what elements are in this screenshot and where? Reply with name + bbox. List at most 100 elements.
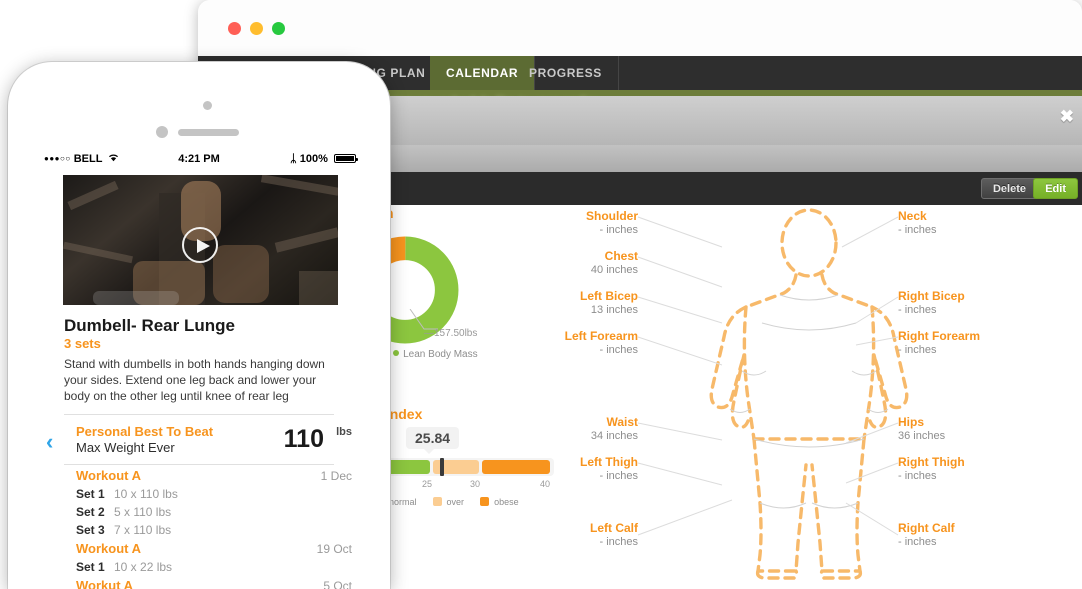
chevron-left-icon[interactable]: ‹ bbox=[46, 431, 53, 453]
iphone-device: ●●●○○ BELL 4:21 PM ᛦ 100% Dumbell- Rear … bbox=[8, 62, 390, 589]
workout-name: Workout A bbox=[76, 468, 141, 483]
measurement-neck: Neck - inches bbox=[898, 209, 1058, 237]
proximity-sensor-icon bbox=[156, 126, 168, 138]
nav-tab-progress[interactable]: PROGRESS bbox=[513, 56, 619, 90]
measurement-left-thigh-name: Left Thigh bbox=[580, 455, 638, 469]
measurement-left-bicep: Left Bicep 13 inches bbox=[496, 289, 638, 317]
bmi-value-bubble: 25.84 bbox=[406, 427, 460, 454]
set-value: 10 x 22 lbs bbox=[114, 560, 173, 574]
bmi-swatch-obese bbox=[480, 497, 490, 506]
set-value: 7 x 110 lbs bbox=[114, 523, 172, 537]
window-minimize-button[interactable] bbox=[250, 22, 263, 35]
exercise-sets: 3 sets bbox=[64, 336, 101, 351]
bmi-legend-over: over bbox=[432, 496, 465, 507]
workout-date: 1 Dec bbox=[320, 469, 352, 483]
history-workout-header[interactable]: Workout A 1 Dec bbox=[36, 468, 362, 487]
measurement-waist-value: 34 inches bbox=[590, 430, 638, 442]
measurement-chest: Chest 40 inches bbox=[496, 249, 638, 277]
battery-percent: 100% bbox=[299, 153, 328, 165]
phone-screen: ●●●○○ BELL 4:21 PM ᛦ 100% Dumbell- Rear … bbox=[36, 150, 362, 589]
bmi-tick-3: 30 bbox=[470, 479, 481, 489]
earpiece-speaker bbox=[178, 129, 239, 136]
battery-icon bbox=[334, 154, 358, 163]
measurement-right-thigh: Right Thigh - inches bbox=[898, 455, 1058, 483]
workout-name: Workut A bbox=[76, 578, 134, 589]
composition-lean-callout: —157.50lbs bbox=[424, 328, 478, 339]
set-name: Set 1 bbox=[76, 487, 105, 501]
personal-best-row[interactable]: ‹ Personal Best To Beat Max Weight Ever … bbox=[36, 422, 362, 462]
measurement-left-bicep-name: Left Bicep bbox=[579, 289, 638, 303]
set-row: Set 2 5 x 110 lbs bbox=[36, 505, 362, 523]
measurement-right-forearm-name: Right Forearm bbox=[898, 329, 981, 343]
personal-best-subtitle: Max Weight Ever bbox=[76, 440, 175, 455]
set-value: 5 x 110 lbs bbox=[114, 505, 172, 519]
set-name: Set 2 bbox=[76, 505, 105, 519]
measurement-waist: Waist 34 inches bbox=[496, 415, 638, 443]
measurement-left-forearm-name: Left Forearm bbox=[564, 329, 638, 343]
bmi-legend-obese: obese bbox=[480, 496, 519, 507]
bmi-legend-over-label: over bbox=[446, 497, 465, 507]
measurement-left-calf-name: Left Calf bbox=[590, 521, 638, 535]
measurement-hips-value: 36 inches bbox=[898, 430, 946, 442]
set-row: Set 1 10 x 22 lbs bbox=[36, 560, 362, 578]
measurement-right-bicep: Right Bicep - inches bbox=[898, 289, 1058, 317]
bmi-tick-2: 25 bbox=[422, 479, 433, 489]
ios-status-bar: ●●●○○ BELL 4:21 PM ᛦ 100% bbox=[36, 150, 362, 168]
close-icon[interactable]: ✖ bbox=[1060, 108, 1074, 125]
measurement-left-thigh: Left Thigh - inches bbox=[496, 455, 638, 483]
measurement-waist-name: Waist bbox=[606, 415, 638, 429]
measurement-chest-value: 40 inches bbox=[590, 264, 638, 276]
personal-best-value: 110 bbox=[283, 425, 324, 453]
status-right: ᛦ 100% bbox=[290, 153, 358, 165]
set-row: Set 1 10 x 110 lbs bbox=[36, 487, 362, 505]
front-camera-icon bbox=[203, 101, 212, 110]
measurement-left-forearm-value: - inches bbox=[599, 344, 638, 356]
personal-best-unit: lbs bbox=[336, 426, 352, 438]
history-workout-header[interactable]: Workout A 19 Oct bbox=[36, 541, 362, 560]
workout-history-list: Workout A 1 Dec Set 1 10 x 110 lbs Set 2… bbox=[36, 468, 362, 589]
measurement-left-bicep-value: 13 inches bbox=[590, 304, 638, 316]
measurement-neck-value: - inches bbox=[898, 224, 937, 236]
bmi-legend-normal-label: normal bbox=[389, 497, 417, 507]
measurement-hips-name: Hips bbox=[898, 415, 925, 429]
history-workout-header[interactable]: Workut A 5 Oct bbox=[36, 578, 362, 589]
measurement-shoulder-value: - inches bbox=[599, 224, 638, 236]
personal-best-title: Personal Best To Beat bbox=[76, 424, 214, 439]
workout-name: Workout A bbox=[76, 541, 141, 556]
bluetooth-icon: ᛦ bbox=[290, 153, 297, 165]
set-row: Set 3 7 x 110 lbs bbox=[36, 523, 362, 541]
divider bbox=[64, 414, 334, 415]
window-maximize-button[interactable] bbox=[272, 22, 285, 35]
body-measurement-map: Shoulder - inches Chest 40 inches Left B… bbox=[546, 195, 1082, 589]
set-name: Set 3 bbox=[76, 523, 105, 537]
legend-swatch-lean bbox=[393, 350, 400, 356]
measurement-shoulder: Shoulder - inches bbox=[496, 209, 638, 237]
workout-date: 5 Oct bbox=[323, 579, 352, 589]
bmi-legend-obese-label: obese bbox=[494, 497, 519, 507]
measurement-chest-name: Chest bbox=[604, 249, 638, 263]
exercise-title: Dumbell- Rear Lunge bbox=[64, 316, 235, 335]
measurement-right-thigh-name: Right Thigh bbox=[898, 455, 965, 469]
play-button[interactable] bbox=[182, 227, 218, 263]
measurement-right-calf-value: - inches bbox=[898, 536, 937, 548]
measurement-right-calf-name: Right Calf bbox=[898, 521, 955, 535]
exercise-video-thumbnail[interactable] bbox=[63, 175, 338, 305]
set-value: 10 x 110 lbs bbox=[114, 487, 178, 501]
measurement-right-forearm-value: - inches bbox=[898, 344, 937, 356]
measurement-right-bicep-name: Right Bicep bbox=[898, 289, 965, 303]
measurement-right-thigh-value: - inches bbox=[898, 470, 937, 482]
measurement-right-bicep-value: - inches bbox=[898, 304, 937, 316]
measurement-right-calf: Right Calf - inches bbox=[898, 521, 1058, 549]
measurement-left-calf: Left Calf - inches bbox=[496, 521, 638, 549]
measurement-left-thigh-value: - inches bbox=[599, 470, 638, 482]
workout-date: 19 Oct bbox=[316, 542, 352, 556]
window-close-button[interactable] bbox=[228, 22, 241, 35]
bmi-swatch-over bbox=[432, 497, 442, 506]
browser-titlebar bbox=[198, 0, 1082, 57]
measurement-left-forearm: Left Forearm - inches bbox=[492, 329, 638, 357]
measurement-left-calf-value: - inches bbox=[599, 536, 638, 548]
measurement-hips: Hips 36 inches bbox=[898, 415, 1058, 443]
bmi-value-marker bbox=[440, 458, 444, 476]
set-name: Set 1 bbox=[76, 560, 105, 574]
legend-label-lean: Lean Body Mass bbox=[403, 349, 478, 360]
